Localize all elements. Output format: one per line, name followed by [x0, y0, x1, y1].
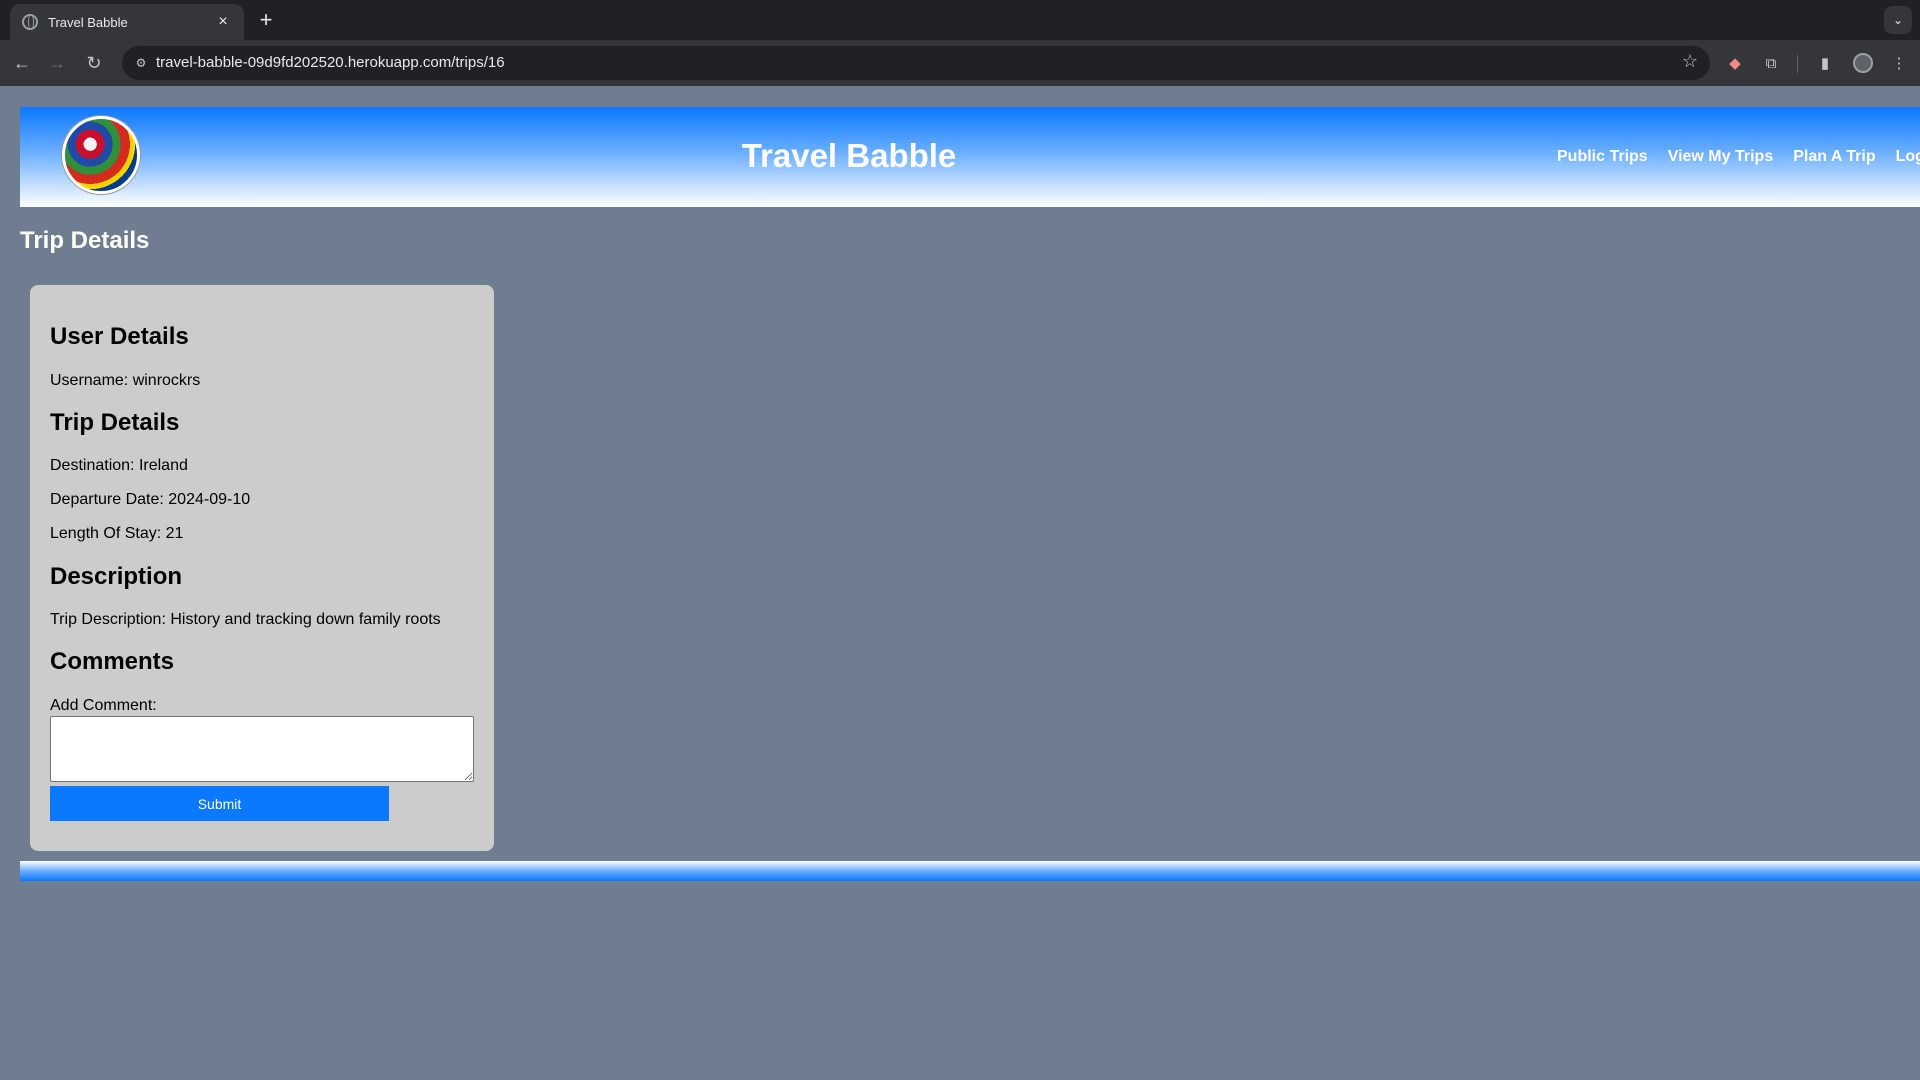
- browser-toolbar: ← → ↻ ⚙ travel-babble-09d9fd202520.herok…: [0, 40, 1920, 86]
- browser-tab[interactable]: Travel Babble ×: [10, 4, 244, 40]
- submit-button[interactable]: Submit: [50, 786, 389, 821]
- browser-menu-icon[interactable]: ⋮: [1888, 52, 1910, 74]
- back-arrow-icon[interactable]: ←: [8, 49, 36, 77]
- tab-title: Travel Babble: [48, 14, 128, 30]
- site-footer: [20, 861, 1920, 881]
- nav-public-trips[interactable]: Public Trips: [1557, 148, 1648, 166]
- address-bar[interactable]: ⚙ travel-babble-09d9fd202520.herokuapp.c…: [122, 46, 1710, 80]
- url-text[interactable]: travel-babble-09d9fd202520.herokuapp.com…: [156, 54, 505, 71]
- trip-description-text: Trip Description: History and tracking d…: [50, 611, 441, 628]
- username-text: Username: winrockrs: [50, 372, 201, 389]
- user-details-heading: User Details: [50, 323, 189, 350]
- comment-textarea[interactable]: [50, 716, 474, 782]
- globe-icon: [22, 14, 38, 30]
- close-tab-icon[interactable]: ×: [214, 14, 232, 30]
- comments-heading: Comments: [50, 648, 175, 675]
- nav-plan-a-trip[interactable]: Plan A Trip: [1793, 148, 1875, 166]
- extensions-puzzle-icon[interactable]: ⧉: [1760, 52, 1782, 74]
- toolbar-divider: [1797, 55, 1798, 73]
- tab-search-chevron-icon[interactable]: ⌄: [1884, 6, 1912, 34]
- profile-avatar-icon[interactable]: [1852, 52, 1874, 74]
- trip-details-heading: Trip Details: [50, 409, 180, 436]
- bookmark-star-icon[interactable]: ☆: [1682, 51, 1698, 72]
- site-title: Travel Babble: [741, 137, 957, 174]
- forward-arrow-icon[interactable]: →: [43, 49, 71, 77]
- browser-tab-bar: Travel Babble × + ⌄: [0, 0, 1920, 40]
- site-info-icon[interactable]: ⚙: [132, 54, 150, 72]
- site-header: Travel Babble Public Trips View My Trips…: [20, 107, 1920, 207]
- departure-date-text: Departure Date: 2024-09-10: [50, 491, 251, 508]
- new-tab-icon[interactable]: +: [254, 8, 278, 32]
- main-nav: Public Trips View My Trips Plan A Trip L…: [1557, 148, 1920, 166]
- trip-details-card: User Details Username: winrockrs Trip De…: [30, 285, 494, 851]
- add-comment-label: Add Comment:: [50, 697, 157, 714]
- destination-text: Destination: Ireland: [50, 457, 188, 474]
- side-panel-icon[interactable]: ▮: [1814, 52, 1836, 74]
- description-heading: Description: [50, 563, 183, 590]
- page-title: Trip Details: [20, 227, 150, 254]
- nav-view-my-trips[interactable]: View My Trips: [1668, 148, 1774, 166]
- reload-icon[interactable]: ↻: [80, 49, 108, 77]
- nav-logout[interactable]: Log: [1896, 148, 1920, 166]
- length-of-stay-text: Length Of Stay: 21: [50, 525, 184, 542]
- extension-icon[interactable]: ◆: [1724, 52, 1746, 74]
